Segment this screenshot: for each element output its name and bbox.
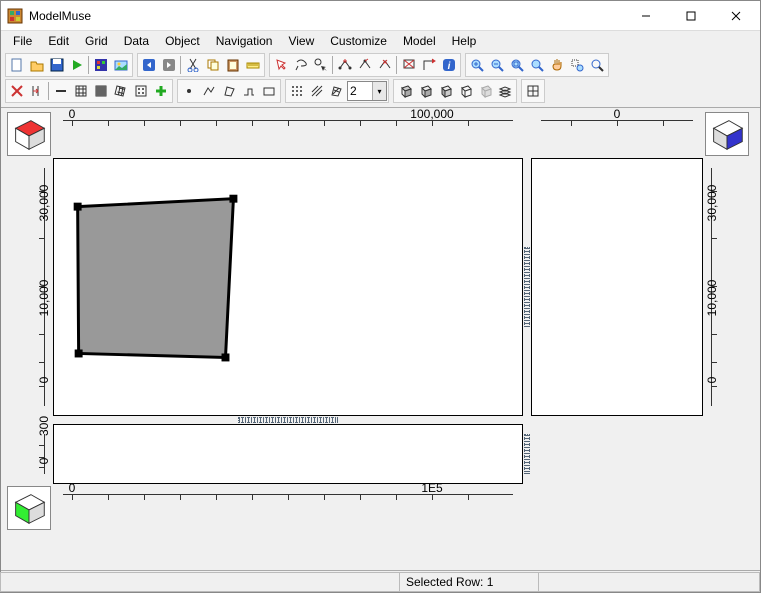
grid-dense-button[interactable] [91, 81, 111, 101]
top-view-panel[interactable] [53, 158, 523, 416]
front-view-panel[interactable] [53, 424, 523, 484]
select-point-button[interactable] [311, 55, 331, 75]
zoom-in-button[interactable] [467, 55, 487, 75]
vertex-move-button[interactable] [355, 55, 375, 75]
menu-grid[interactable]: Grid [77, 32, 116, 50]
polyline-seg-button[interactable] [239, 81, 259, 101]
vertex-add-button[interactable] [335, 55, 355, 75]
splitter-horizontal[interactable] [53, 416, 523, 424]
spinner-arrow[interactable]: ▾ [372, 82, 386, 100]
pan-button[interactable] [547, 55, 567, 75]
cube-wire-button[interactable] [455, 81, 475, 101]
menu-edit[interactable]: Edit [40, 32, 77, 50]
image-button[interactable] [111, 55, 131, 75]
copy-button[interactable] [203, 55, 223, 75]
run-button[interactable] [67, 55, 87, 75]
minimize-button[interactable] [623, 2, 668, 30]
cube-top-button[interactable] [395, 81, 415, 101]
info-button[interactable]: i [439, 55, 459, 75]
workspace: 0 100,000 0 0 10,000 30,000 [1, 108, 760, 570]
zoom-out-button[interactable] [487, 55, 507, 75]
open-button[interactable] [27, 55, 47, 75]
point-tool-button[interactable] [179, 81, 199, 101]
redo-button[interactable] [159, 55, 179, 75]
cube-view-top-icon[interactable] [7, 112, 51, 156]
hatch1-button[interactable] [307, 81, 327, 101]
cut-button[interactable] [183, 55, 203, 75]
cube-layer-button[interactable] [495, 81, 515, 101]
delete-grid-button[interactable] [7, 81, 27, 101]
titlebar: ModelMuse [1, 1, 760, 31]
status-selected-row: Selected Row: 1 [399, 572, 539, 592]
zoom-select-button[interactable] [567, 55, 587, 75]
layer-value[interactable] [348, 84, 372, 98]
app-icon [7, 8, 23, 24]
rect-tool-button[interactable] [259, 81, 279, 101]
ruler-button[interactable] [243, 55, 263, 75]
maximize-button[interactable] [668, 2, 713, 30]
menubar: File Edit Grid Data Object Navigation Vi… [1, 31, 760, 51]
window-title: ModelMuse [29, 9, 623, 23]
grid-button[interactable] [71, 81, 91, 101]
paste-button[interactable] [223, 55, 243, 75]
ruler-top-side: 0 [531, 110, 703, 158]
polyline-tool-button[interactable] [199, 81, 219, 101]
zoom-window-button[interactable] [507, 55, 527, 75]
menu-data[interactable]: Data [116, 32, 157, 50]
splitter-vertical-bottom[interactable] [523, 424, 531, 484]
close-button[interactable] [713, 2, 758, 30]
cube-view-front-icon[interactable] [7, 486, 51, 530]
ruler-top-main: 0 100,000 [53, 110, 523, 158]
zoom-mag-button[interactable] [587, 55, 607, 75]
move-grid-button[interactable] [27, 81, 47, 101]
save-button[interactable] [47, 55, 67, 75]
menu-view[interactable]: View [280, 32, 322, 50]
side-view-panel[interactable] [531, 158, 703, 416]
menu-model[interactable]: Model [395, 32, 444, 50]
layer-spinner[interactable]: ▾ [347, 81, 387, 101]
showgrid-button[interactable] [523, 81, 543, 101]
menu-customize[interactable]: Customize [322, 32, 395, 50]
cube-view-side-icon[interactable] [705, 112, 749, 156]
ruler-bottom-front: 0 1E5 [53, 484, 523, 532]
line-button[interactable] [51, 81, 71, 101]
toolbar-area: i [1, 51, 760, 108]
dots-tool-button[interactable] [287, 81, 307, 101]
menu-file[interactable]: File [5, 32, 40, 50]
menu-object[interactable]: Object [157, 32, 208, 50]
grid-dots-button[interactable] [131, 81, 151, 101]
grid-angle-button[interactable] [111, 81, 131, 101]
splitter-horizontal-side[interactable] [531, 416, 703, 424]
statusbar: Selected Row: 1 [1, 570, 760, 592]
polygon-tool-button[interactable] [219, 81, 239, 101]
cube-side-button[interactable] [435, 81, 455, 101]
menu-help[interactable]: Help [444, 32, 485, 50]
goto-button[interactable] [419, 55, 439, 75]
cube-front-button[interactable] [415, 81, 435, 101]
ruler-left-main: 0 10,000 30,000 [5, 158, 53, 416]
zoom-extents-button[interactable] [527, 55, 547, 75]
pointer-button[interactable] [271, 55, 291, 75]
new-button[interactable] [7, 55, 27, 75]
svg-text:i: i [448, 61, 451, 72]
cube-dim-button[interactable] [475, 81, 495, 101]
hatch2-button[interactable] [327, 81, 347, 101]
polygon-object[interactable] [78, 199, 234, 358]
ruler-left-front: 0 300 [5, 424, 53, 484]
show-hide-button[interactable] [399, 55, 419, 75]
splitter-vertical[interactable] [523, 158, 531, 416]
vertex-del-button[interactable] [375, 55, 395, 75]
lasso-button[interactable] [291, 55, 311, 75]
undo-button[interactable] [139, 55, 159, 75]
menu-navigation[interactable]: Navigation [208, 32, 281, 50]
ruler-right-side: 0 10,000 30,000 [703, 158, 751, 416]
program-button[interactable] [91, 55, 111, 75]
add-button[interactable] [151, 81, 171, 101]
